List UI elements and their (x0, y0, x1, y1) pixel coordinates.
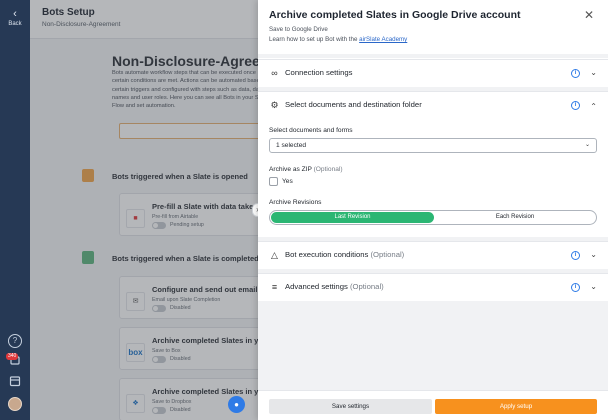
chevron-down-icon: ⌄ (584, 142, 590, 148)
divider (258, 54, 608, 58)
archive-zip-label: Archive as ZIP (Optional) (269, 166, 343, 173)
zip-checkbox[interactable] (269, 177, 278, 186)
gear-icon: ⚙ (270, 100, 279, 110)
back-button[interactable]: ‹ Back (0, 8, 30, 28)
info-icon[interactable]: i (571, 283, 580, 292)
left-rail: ‹ Back ? 340 (0, 0, 30, 420)
drawer-title: Archive completed Slates in Google Drive… (269, 9, 521, 21)
select-documents-label: Select documents and forms (269, 127, 353, 134)
archive-revisions-label: Archive Revisions (269, 199, 322, 206)
section-label-text: Advanced settings (285, 282, 348, 291)
optional-text: (Optional) (370, 250, 405, 259)
app-window: ‹ Back ? 340 Bots Setup Non-Disclosure-A… (0, 0, 608, 420)
sliders-icon: ≡ (271, 282, 278, 292)
section-label: Connection settings (285, 68, 353, 77)
chevron-left-icon: ‹ (13, 8, 17, 20)
chevron-down-icon[interactable]: ⌄ (590, 282, 597, 291)
section-label: Bot execution conditions (Optional) (285, 250, 404, 259)
chevron-up-icon[interactable]: ⌃ (590, 102, 597, 111)
learn-text: Learn how to set up Bot with the airSlat… (269, 36, 597, 43)
info-icon[interactable]: i (571, 69, 580, 78)
section-bot-execution[interactable]: △ Bot execution conditions (Optional) i … (258, 241, 608, 269)
drawer-empty-area (258, 301, 608, 390)
notifications-icon[interactable]: 340 (6, 353, 22, 367)
info-icon[interactable]: i (571, 101, 580, 110)
bot-settings-drawer: Archive completed Slates in Google Drive… (258, 0, 608, 420)
info-icon[interactable]: i (571, 251, 580, 260)
optional-text: (Optional) (349, 282, 384, 291)
select-value: 1 selected (276, 142, 307, 149)
chat-icon[interactable]: ● (228, 396, 245, 413)
drawer-footer: Save settings Apply setup (258, 390, 608, 420)
section-label: Select documents and destination folder (285, 100, 422, 109)
drawer-header: Archive completed Slates in Google Drive… (258, 0, 608, 54)
section-advanced-settings[interactable]: ≡ Advanced settings (Optional) i ⌄ (258, 273, 608, 301)
documents-select[interactable]: 1 selected ⌄ (269, 138, 597, 153)
calendar-icon[interactable] (8, 374, 22, 388)
section-connection-settings[interactable]: ∞ Connection settings i ⌄ (258, 59, 608, 87)
each-revision-option[interactable]: Each Revision (434, 212, 596, 223)
notification-badge: 340 (6, 353, 19, 360)
avatar[interactable] (8, 397, 22, 411)
section-select-documents[interactable]: ⚙ Select documents and destination folde… (258, 91, 608, 119)
zip-label-text: Archive as ZIP (269, 166, 312, 173)
chevron-down-icon[interactable]: ⌄ (590, 68, 597, 77)
close-icon[interactable]: ✕ (584, 9, 594, 21)
zip-checkbox-label[interactable]: Yes (282, 178, 293, 185)
optional-text: (Optional) (313, 166, 343, 173)
back-label: Back (8, 21, 22, 27)
chevron-down-icon[interactable]: ⌄ (590, 250, 597, 259)
last-revision-option[interactable]: Last Revision (271, 212, 434, 223)
link-icon: ∞ (271, 68, 278, 78)
learn-prefix: Learn how to set up Bot with the (269, 36, 360, 43)
section-label: Advanced settings (Optional) (285, 282, 384, 291)
drawer-subtitle: Save to Google Drive (269, 26, 328, 33)
help-icon[interactable]: ? (8, 334, 22, 348)
save-settings-button[interactable]: Save settings (269, 399, 432, 414)
revisions-toggle: Last Revision Each Revision (269, 210, 597, 225)
branch-icon: △ (271, 250, 278, 260)
apply-setup-button[interactable]: Apply setup (435, 399, 597, 414)
section-label-text: Bot execution conditions (285, 250, 369, 259)
academy-link[interactable]: airSlate Academy (359, 36, 407, 43)
